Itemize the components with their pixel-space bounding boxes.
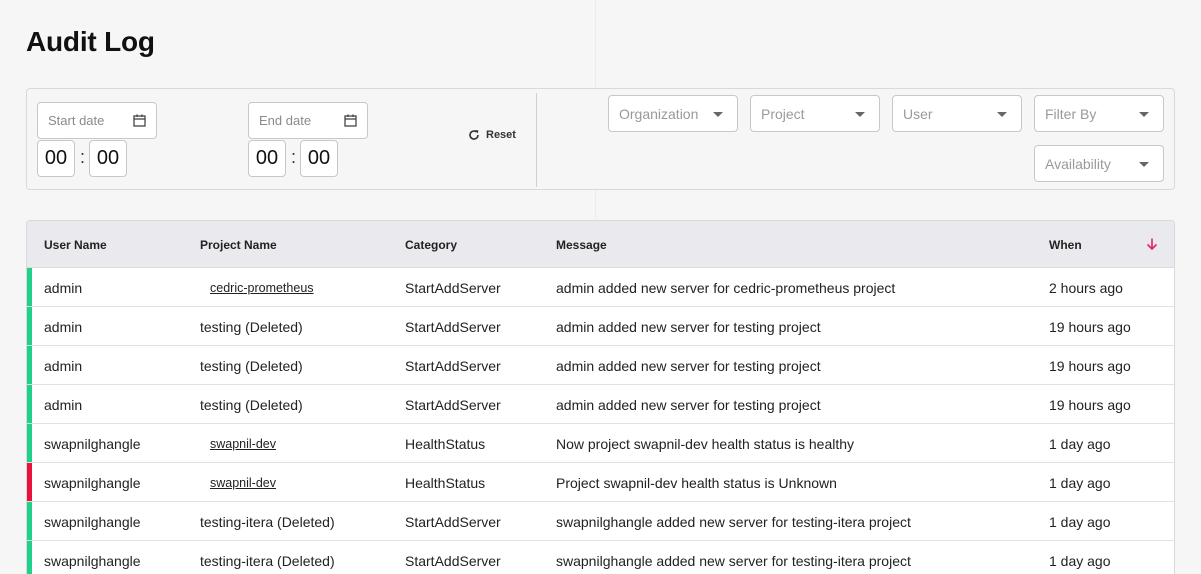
calendar-icon[interactable] — [344, 114, 357, 127]
start-minute-input[interactable]: 00 — [89, 140, 127, 177]
arrow-down-icon[interactable] — [1145, 237, 1159, 251]
end-minute-input[interactable]: 00 — [300, 140, 338, 177]
status-indicator — [27, 385, 32, 423]
status-indicator — [27, 268, 32, 306]
message-cell: admin added new server for testing proje… — [556, 397, 821, 413]
status-indicator — [27, 346, 32, 384]
reset-label: Reset — [486, 129, 516, 141]
end-time-colon: : — [291, 147, 297, 167]
user-name-cell: swapnilghangle — [44, 436, 141, 452]
user-name-cell: admin — [44, 397, 83, 413]
table-row[interactable]: swapnilghangle swapnil-dev HealthStatus Pro… — [27, 463, 1174, 502]
status-indicator — [27, 463, 32, 501]
category-cell: StartAddServer — [405, 358, 501, 374]
message-cell: swapnilghangle added new server for test… — [556, 514, 911, 530]
column-header-message[interactable]: Message — [556, 238, 607, 252]
when-cell: 19 hours ago — [1049, 397, 1131, 413]
when-cell: 1 day ago — [1049, 475, 1111, 491]
project-name-cell: testing (Deleted) — [200, 397, 303, 413]
column-header-project-name[interactable]: Project Name — [200, 238, 277, 252]
start-date-input[interactable]: Start date — [37, 102, 157, 139]
audit-log-table: User Name Project Name Category Message … — [26, 220, 1175, 574]
project-select-value: Project — [761, 105, 805, 122]
end-date-placeholder: End date — [259, 113, 312, 128]
start-date-placeholder: Start date — [48, 113, 105, 128]
page-title: Audit Log — [26, 26, 155, 57]
category-cell: StartAddServer — [405, 514, 501, 530]
when-cell: 19 hours ago — [1049, 319, 1131, 335]
message-cell: admin added new server for cedric-promet… — [556, 280, 896, 296]
when-cell: 2 hours ago — [1049, 280, 1123, 296]
column-header-user-name[interactable]: User Name — [44, 238, 107, 252]
project-link[interactable]: swapnil-dev — [210, 437, 276, 451]
when-cell: 1 day ago — [1049, 514, 1111, 530]
project-name-cell: testing-itera (Deleted) — [200, 553, 335, 569]
category-cell: StartAddServer — [405, 397, 501, 413]
message-cell: admin added new server for testing proje… — [556, 319, 821, 335]
when-cell: 1 day ago — [1049, 553, 1111, 569]
category-cell: StartAddServer — [405, 319, 501, 335]
project-link[interactable]: cedric-prometheus — [210, 281, 314, 295]
project-link[interactable]: swapnil-dev — [210, 476, 276, 490]
status-indicator — [27, 307, 32, 345]
table-row[interactable]: admin testing (Deleted) StartAddServer admi… — [27, 346, 1174, 385]
filter-panel: Start date 00 : 00 End date 00 : 00 Rese… — [26, 88, 1175, 190]
category-cell: StartAddServer — [405, 553, 501, 569]
when-cell: 19 hours ago — [1049, 358, 1131, 374]
chevron-down-icon — [713, 112, 723, 117]
chevron-down-icon — [855, 112, 865, 117]
category-cell: StartAddServer — [405, 280, 501, 296]
user-name-cell: swapnilghangle — [44, 514, 141, 530]
filter-divider — [536, 93, 537, 187]
availability-select[interactable]: Availability — [1034, 145, 1164, 182]
column-header-when[interactable]: When — [1049, 238, 1082, 252]
start-time-colon: : — [80, 147, 86, 167]
project-name-cell: testing (Deleted) — [200, 358, 303, 374]
chevron-down-icon — [1139, 162, 1149, 167]
user-select-value: User — [903, 105, 933, 122]
calendar-icon[interactable] — [133, 114, 146, 127]
user-select[interactable]: User — [892, 95, 1022, 132]
category-cell: HealthStatus — [405, 475, 486, 491]
user-name-cell: swapnilghangle — [44, 475, 141, 491]
filter-by-select-value: Filter By — [1045, 105, 1097, 122]
table-row[interactable]: swapnilghangle swapnil-dev HealthStatus Now… — [27, 424, 1174, 463]
user-name-cell: swapnilghangle — [44, 553, 141, 569]
availability-select-value: Availability — [1045, 155, 1111, 172]
table-header: User Name Project Name Category Message … — [27, 221, 1174, 268]
table-row[interactable]: admin cedric-prometheus StartAddServer admi… — [27, 268, 1174, 307]
project-name-cell: testing (Deleted) — [200, 319, 303, 335]
when-cell: 1 day ago — [1049, 436, 1111, 452]
chevron-down-icon — [997, 112, 1007, 117]
table-row[interactable]: admin testing (Deleted) StartAddServer admi… — [27, 385, 1174, 424]
end-date-input[interactable]: End date — [248, 102, 368, 139]
refresh-icon — [469, 130, 479, 140]
table-row[interactable]: admin testing (Deleted) StartAddServer admi… — [27, 307, 1174, 346]
message-cell: admin added new server for testing proje… — [556, 358, 821, 374]
user-name-cell: admin — [44, 280, 83, 296]
end-hour-input[interactable]: 00 — [248, 140, 286, 177]
project-name-cell: testing-itera (Deleted) — [200, 514, 335, 530]
user-name-cell: admin — [44, 358, 83, 374]
start-hour-input[interactable]: 00 — [37, 140, 75, 177]
status-indicator — [27, 424, 32, 462]
category-cell: HealthStatus — [405, 436, 486, 452]
reset-button[interactable]: Reset — [468, 129, 516, 141]
status-indicator — [27, 502, 32, 540]
project-select[interactable]: Project — [750, 95, 880, 132]
message-cell: Project swapnil-dev health status is Unk… — [556, 475, 837, 491]
organization-select[interactable]: Organization — [608, 95, 738, 132]
message-cell: Now project swapnil-dev health status is… — [556, 436, 855, 452]
message-cell: swapnilghangle added new server for test… — [556, 553, 911, 569]
user-name-cell: admin — [44, 319, 83, 335]
status-indicator — [27, 541, 32, 574]
chevron-down-icon — [1139, 112, 1149, 117]
column-header-category[interactable]: Category — [405, 238, 457, 252]
table-row[interactable]: swapnilghangle testing-itera (Deleted) Sta… — [27, 502, 1174, 541]
table-row[interactable]: swapnilghangle testing-itera (Deleted) Sta… — [27, 541, 1174, 574]
organization-select-value: Organization — [619, 105, 699, 122]
filter-by-select[interactable]: Filter By — [1034, 95, 1164, 132]
